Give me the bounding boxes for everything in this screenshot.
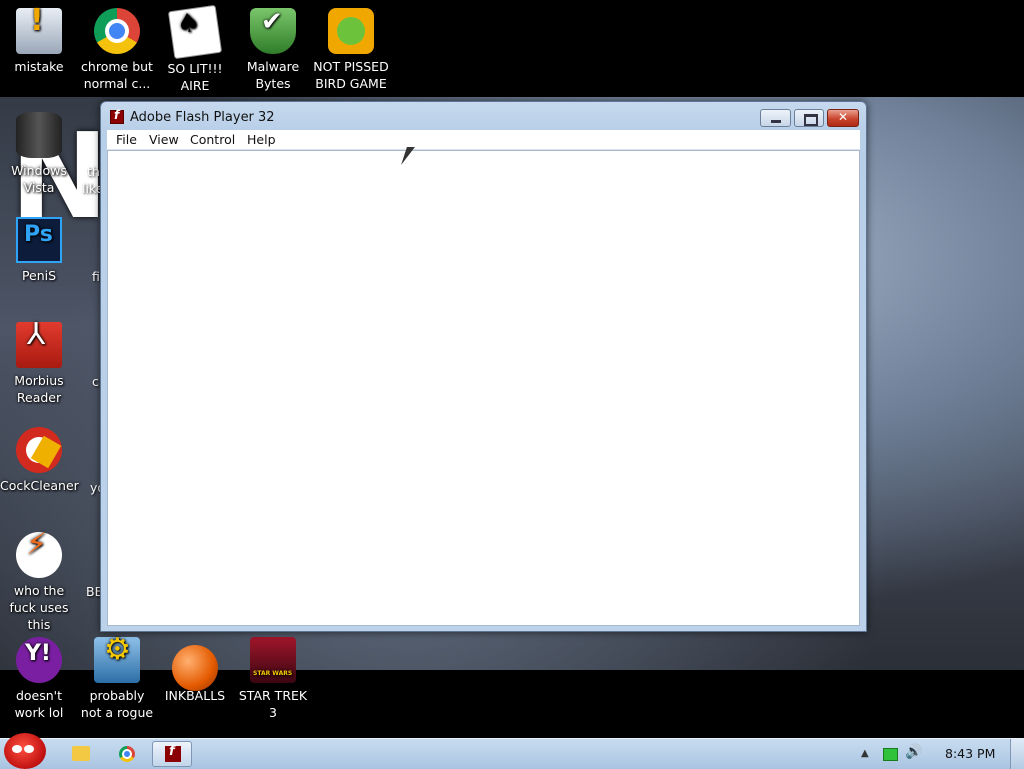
menu-help[interactable]: Help xyxy=(247,132,276,147)
show-desktop-button[interactable] xyxy=(1010,739,1024,769)
taskbar-explorer-button[interactable] xyxy=(61,741,101,767)
shield-check-icon xyxy=(250,8,296,54)
ink-ball-icon xyxy=(172,645,218,691)
taskbar: ▲ 🔊 8:43 PM xyxy=(0,733,1024,769)
desktop-icon-label: PeniS xyxy=(21,268,57,283)
desktop-icon-label: NOT PISSED BIRD GAME xyxy=(313,59,389,91)
desktop-icon-mistake[interactable]: mistake xyxy=(0,8,78,75)
title-bar[interactable]: Adobe Flash Player 32 xyxy=(101,102,866,132)
star-wars-game-icon xyxy=(250,637,296,683)
menu-bar: File View Control Help xyxy=(107,130,860,150)
desktop-icon-label: SO LIT!!! AIRE xyxy=(167,61,223,93)
start-button[interactable] xyxy=(4,733,46,769)
gear-monitor-icon xyxy=(94,637,140,683)
network-icon[interactable] xyxy=(883,748,898,761)
desktop-icon-solitaire[interactable]: SO LIT!!! AIRE xyxy=(156,4,234,94)
minimize-button[interactable] xyxy=(760,109,791,127)
pdf-reader-icon xyxy=(16,322,62,368)
partial-label: fi xyxy=(92,269,100,284)
desktop: N S? mistake chrome but normal c... SO L… xyxy=(0,0,1024,738)
menu-file[interactable]: File xyxy=(116,132,137,147)
desktop-icon-morbius-reader[interactable]: Morbius Reader xyxy=(0,322,78,406)
chrome-icon xyxy=(119,746,135,762)
chrome-icon xyxy=(94,8,140,54)
flash-player-icon[interactable] xyxy=(110,108,124,124)
desktop-icon-label: STAR TREK 3 xyxy=(238,688,308,720)
desktop-icon-pig-game[interactable]: NOT PISSED BIRD GAME xyxy=(312,8,390,92)
flash-content-area[interactable] xyxy=(107,150,860,626)
desktop-icon-label: Morbius Reader xyxy=(14,373,64,405)
lightning-bolt-icon xyxy=(16,532,62,578)
tray-expand-icon[interactable]: ▲ xyxy=(861,748,869,759)
desktop-icon-label: Malware Bytes xyxy=(246,59,300,91)
desktop-icon-malwarebytes[interactable]: Malware Bytes xyxy=(234,8,312,92)
close-button[interactable] xyxy=(827,109,859,127)
desktop-icon-chrome[interactable]: chrome but normal c... xyxy=(78,8,156,92)
desktop-icon-label: probably not a rogue xyxy=(80,688,154,720)
desktop-icon-bolt[interactable]: who the fuck uses this xyxy=(0,532,78,633)
desktop-icon-label: CockCleaner xyxy=(0,478,79,493)
desktop-icon-label: doesn't work lol xyxy=(14,688,64,720)
explorer-icon xyxy=(72,746,90,761)
solitaire-cards-icon xyxy=(167,4,223,60)
flash-player-icon xyxy=(165,744,181,762)
clock[interactable]: 8:43 PM xyxy=(945,746,995,761)
menu-control[interactable]: Control xyxy=(190,132,235,147)
desktop-icon-windows-vista[interactable]: Windows Vista xyxy=(0,112,78,196)
partial-label: th xyxy=(87,164,100,179)
taskbar-chrome-button[interactable] xyxy=(107,741,147,767)
flash-player-window[interactable]: Adobe Flash Player 32 File View Control … xyxy=(100,101,867,632)
maximize-button[interactable] xyxy=(794,109,824,127)
taskbar-flash-player-button[interactable] xyxy=(152,741,192,767)
trash-can-icon xyxy=(16,112,62,158)
volume-icon[interactable]: 🔊 xyxy=(905,744,922,760)
desktop-icon-star-trek[interactable]: STAR TREK 3 xyxy=(234,637,312,721)
desktop-icon-ccleaner[interactable]: CockCleaner xyxy=(0,427,79,494)
desktop-icon-photoshop[interactable]: PeniS xyxy=(0,217,78,284)
desktop-icon-rogue[interactable]: probably not a rogue xyxy=(78,637,156,721)
desktop-icon-inkballs[interactable]: INKBALLS xyxy=(156,637,234,704)
partial-label: c xyxy=(92,374,99,389)
menu-view[interactable]: View xyxy=(149,132,179,147)
yahoo-messenger-icon xyxy=(16,637,62,683)
desktop-icon-yahoo[interactable]: doesn't work lol xyxy=(0,637,78,721)
warning-monitor-icon xyxy=(16,8,62,54)
desktop-icon-label: mistake xyxy=(14,59,64,74)
photoshop-icon xyxy=(16,217,62,263)
green-pig-icon xyxy=(328,8,374,54)
desktop-icon-label: who the fuck uses this xyxy=(9,583,69,632)
desktop-icon-label: chrome but normal c... xyxy=(81,59,153,91)
desktop-icon-label: Windows Vista xyxy=(11,163,67,195)
ccleaner-icon xyxy=(16,427,62,473)
window-title: Adobe Flash Player 32 xyxy=(130,110,275,125)
